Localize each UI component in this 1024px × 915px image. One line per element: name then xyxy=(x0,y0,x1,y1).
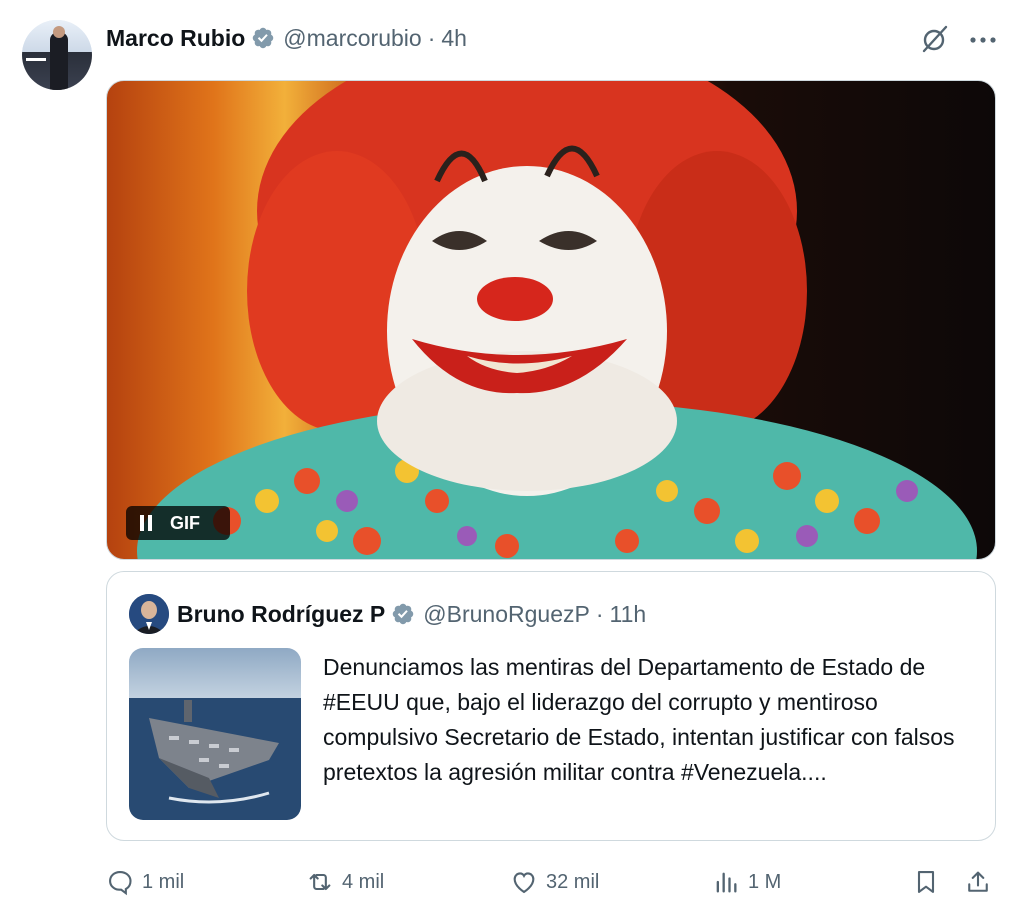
like-button[interactable]: 32 mil xyxy=(510,862,599,902)
verified-badge-icon xyxy=(253,27,274,49)
action-bar: 1 mil 4 mil 32 mil 1 M xyxy=(106,862,996,902)
clown-image xyxy=(137,81,977,559)
quoted-post-text: Denunciamos las mentiras del Departament… xyxy=(323,654,955,785)
reply-button[interactable]: 1 mil xyxy=(106,862,184,902)
bookmark-button[interactable] xyxy=(912,862,948,902)
views-button[interactable]: 1 M xyxy=(712,862,781,902)
quoted-post-time[interactable]: 11h xyxy=(610,601,647,628)
share-button[interactable] xyxy=(964,862,1000,902)
quoted-author-handle[interactable]: @BrunoRguezP xyxy=(423,601,590,628)
more-icon[interactable] xyxy=(968,36,998,44)
verified-badge-icon xyxy=(393,603,414,625)
quoted-author-name[interactable]: Bruno Rodríguez P xyxy=(177,601,385,628)
bookmark-icon xyxy=(917,871,935,893)
share-icon xyxy=(968,871,988,892)
post-time[interactable]: 4h xyxy=(441,25,467,52)
like-count: 32 mil xyxy=(546,870,600,893)
quoted-post-header: Bruno Rodríguez P @BrunoRguezP · 11h xyxy=(177,598,646,630)
separator-dot: · xyxy=(595,600,604,627)
pause-icon[interactable] xyxy=(140,515,152,531)
views-count: 1 M xyxy=(748,870,782,893)
gif-media[interactable] xyxy=(106,80,996,560)
views-icon xyxy=(716,872,737,893)
reply-icon xyxy=(109,871,132,896)
author-handle[interactable]: @marcorubio xyxy=(283,25,421,52)
repost-count: 4 mil xyxy=(342,870,385,893)
gif-badge[interactable]: GIF xyxy=(126,506,230,540)
post-header: Marco Rubio @marcorubio · 4h xyxy=(106,22,467,54)
author-name[interactable]: Marco Rubio xyxy=(106,25,245,52)
author-avatar[interactable] xyxy=(22,20,92,90)
quoted-author-avatar[interactable] xyxy=(129,594,169,634)
grok-icon[interactable] xyxy=(920,24,950,54)
repost-button[interactable]: 4 mil xyxy=(306,862,384,902)
quoted-media-thumbnail[interactable] xyxy=(129,648,301,820)
gif-label: GIF xyxy=(170,512,200,533)
quoted-post[interactable]: Bruno Rodríguez P @BrunoRguezP · 11h Den… xyxy=(106,571,996,841)
separator-dot: · xyxy=(427,24,436,51)
like-icon xyxy=(513,872,535,894)
repost-icon xyxy=(309,873,331,891)
reply-count: 1 mil xyxy=(142,870,185,893)
